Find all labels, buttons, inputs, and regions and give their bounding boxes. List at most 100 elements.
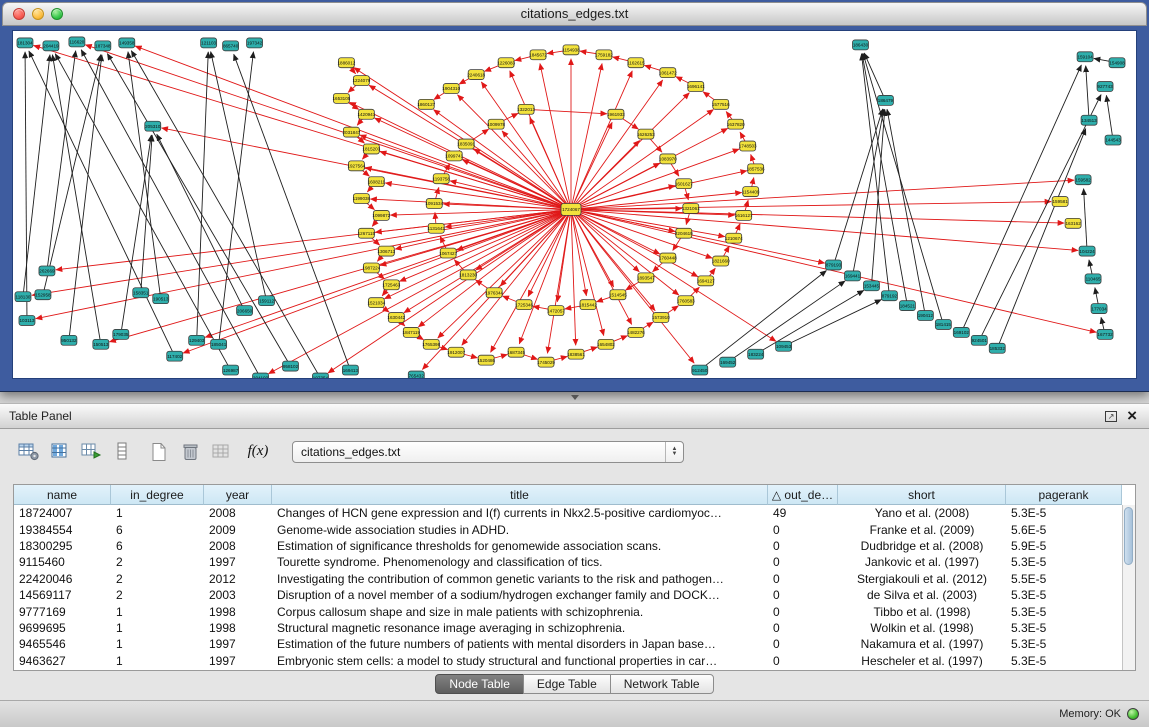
add-column-button[interactable] bbox=[78, 440, 104, 464]
graph-node[interactable]: 184521 bbox=[899, 301, 915, 311]
graph-node[interactable]: 912450 bbox=[692, 365, 708, 375]
column-header-name[interactable]: name bbox=[14, 485, 111, 505]
graph-edge[interactable] bbox=[52, 55, 100, 345]
graph-node[interactable]: 1573910 bbox=[652, 313, 670, 323]
graph-node[interactable]: 1099741 bbox=[445, 151, 463, 161]
row-height-button[interactable] bbox=[109, 440, 135, 464]
graph-edge[interactable] bbox=[43, 55, 101, 295]
graph-edge[interactable] bbox=[81, 50, 260, 378]
graph-node[interactable]: 879192 bbox=[881, 291, 897, 301]
graph-node[interactable]: 1760583 bbox=[677, 296, 695, 306]
graph-node[interactable]: 1845672 bbox=[529, 50, 547, 60]
graph-node[interactable]: 1838561 bbox=[567, 349, 585, 359]
graph-node[interactable]: 117402 bbox=[167, 351, 183, 361]
graph-node[interactable]: 1099872 bbox=[372, 210, 390, 220]
graph-node[interactable]: 262669 bbox=[39, 266, 55, 276]
graph-edge[interactable] bbox=[55, 54, 230, 370]
graph-node[interactable]: 1210674 bbox=[725, 233, 743, 243]
graph-node[interactable]: 169102 bbox=[953, 327, 969, 337]
graph-edge[interactable] bbox=[211, 52, 267, 301]
graph-node[interactable]: 1765398 bbox=[422, 339, 440, 349]
graph-node[interactable]: 186430 bbox=[853, 40, 869, 50]
graph-node[interactable]: 950132 bbox=[61, 335, 77, 345]
graph-node[interactable]: 1759182 bbox=[595, 50, 613, 60]
tab-network-table[interactable]: Network Table bbox=[610, 674, 714, 694]
graph-node[interactable]: 1009978 bbox=[487, 119, 505, 129]
graph-edge[interactable] bbox=[1106, 95, 1113, 140]
graph-edge[interactable] bbox=[474, 149, 571, 210]
tab-edge-table[interactable]: Edge Table bbox=[523, 674, 611, 694]
graph-edge[interactable] bbox=[526, 109, 607, 113]
graph-edge[interactable] bbox=[571, 186, 675, 210]
graph-node[interactable]: 1224079 bbox=[352, 76, 370, 86]
graph-node[interactable]: 1514545 bbox=[609, 290, 627, 300]
graph-edge[interactable] bbox=[571, 209, 776, 341]
citation-network-graph[interactable]: 1724067188601212240791653105142094120318… bbox=[13, 31, 1136, 378]
graph-node[interactable]: 169441 bbox=[845, 271, 861, 281]
panel-splitter[interactable] bbox=[0, 392, 1149, 403]
graph-node[interactable]: 183224 bbox=[748, 349, 764, 359]
table-row[interactable]: 1456911722003Disruption of a novel membe… bbox=[14, 587, 1122, 603]
graph-node[interactable]: 1976344 bbox=[485, 288, 503, 298]
graph-node[interactable]: 958102 bbox=[283, 361, 299, 371]
close-window-button[interactable] bbox=[13, 8, 25, 20]
graph-node[interactable]: 1725346 bbox=[515, 300, 533, 310]
graph-node[interactable]: 1601627 bbox=[675, 179, 693, 189]
graph-node[interactable]: 1637820 bbox=[727, 119, 745, 129]
graph-node[interactable]: 1860127 bbox=[417, 99, 435, 109]
table-row[interactable]: 946554611997Estimation of the future num… bbox=[14, 636, 1122, 652]
graph-node[interactable]: 109453 bbox=[776, 341, 792, 351]
graph-node[interactable]: 197342 bbox=[247, 38, 263, 48]
graph-node[interactable]: 152958 bbox=[35, 290, 51, 300]
scrollbar-thumb[interactable] bbox=[1124, 507, 1133, 565]
graph-node[interactable]: 1162615 bbox=[627, 58, 645, 68]
graph-node[interactable]: 103113 bbox=[19, 316, 35, 326]
graph-node[interactable]: 1067427 bbox=[439, 248, 457, 258]
table-row[interactable]: 1872400712008Changes of HCN gene express… bbox=[14, 505, 1122, 521]
graph-node[interactable]: 924501 bbox=[971, 335, 987, 345]
graph-node[interactable]: 1131642 bbox=[427, 223, 445, 233]
graph-node[interactable]: 159112 bbox=[259, 296, 275, 306]
graph-node[interactable]: 1061472 bbox=[659, 68, 677, 78]
graph-node[interactable]: 1226083 bbox=[497, 58, 515, 68]
graph-node[interactable]: 927743 bbox=[1097, 82, 1113, 92]
graph-edge[interactable] bbox=[36, 209, 571, 318]
graph-edge[interactable] bbox=[571, 149, 739, 209]
graph-edge[interactable] bbox=[29, 51, 175, 356]
graph-node[interactable]: 118130 bbox=[15, 292, 31, 302]
graph-node[interactable]: 110465 bbox=[1085, 274, 1101, 284]
graph-node[interactable]: 150513 bbox=[93, 339, 109, 349]
graph-node[interactable]: 1987224 bbox=[362, 263, 380, 273]
graph-edge[interactable] bbox=[571, 209, 698, 276]
minimize-window-button[interactable] bbox=[32, 8, 44, 20]
graph-node[interactable]: 1745029 bbox=[537, 357, 555, 367]
graph-edge[interactable] bbox=[197, 52, 209, 341]
graph-node[interactable]: 1696141 bbox=[687, 82, 705, 92]
column-header-short[interactable]: short bbox=[838, 485, 1006, 505]
graph-node[interactable]: 177034 bbox=[1091, 304, 1107, 314]
graph-edge[interactable] bbox=[784, 300, 882, 347]
graph-node[interactable]: 1815203 bbox=[362, 144, 380, 154]
graph-node[interactable]: 116620 bbox=[69, 37, 85, 47]
show-columns-button[interactable] bbox=[47, 440, 73, 464]
graph-node[interactable]: 1520486 bbox=[477, 355, 495, 365]
new-table-button[interactable] bbox=[146, 440, 172, 464]
graph-node[interactable]: 1653105 bbox=[333, 93, 351, 103]
graph-node[interactable]: 1815442 bbox=[579, 300, 597, 310]
window-titlebar[interactable]: citations_edges.txt bbox=[2, 2, 1147, 26]
graph-node[interactable]: 169452 bbox=[720, 357, 736, 367]
graph-node[interactable]: 190513 bbox=[153, 294, 169, 304]
graph-node[interactable]: 865740 bbox=[223, 41, 239, 51]
graph-edge[interactable] bbox=[32, 209, 571, 295]
graph-node[interactable]: 104224 bbox=[1079, 246, 1095, 256]
graph-node[interactable]: 167732 bbox=[1097, 329, 1113, 339]
graph-node[interactable]: 126987 bbox=[223, 365, 239, 375]
graph-node[interactable]: 190412 bbox=[917, 311, 933, 321]
graph-node[interactable]: 1961933 bbox=[607, 109, 625, 119]
graph-edge[interactable] bbox=[23, 55, 50, 297]
table-row[interactable]: 1938455462009Genome-wide association stu… bbox=[14, 521, 1122, 537]
graph-edge[interactable] bbox=[234, 54, 351, 370]
graph-node[interactable]: 1154938 bbox=[562, 45, 580, 55]
table-row[interactable]: 977716911998Corpus callosum shape and si… bbox=[14, 603, 1122, 619]
graph-node[interactable]: 1687345 bbox=[507, 347, 525, 357]
